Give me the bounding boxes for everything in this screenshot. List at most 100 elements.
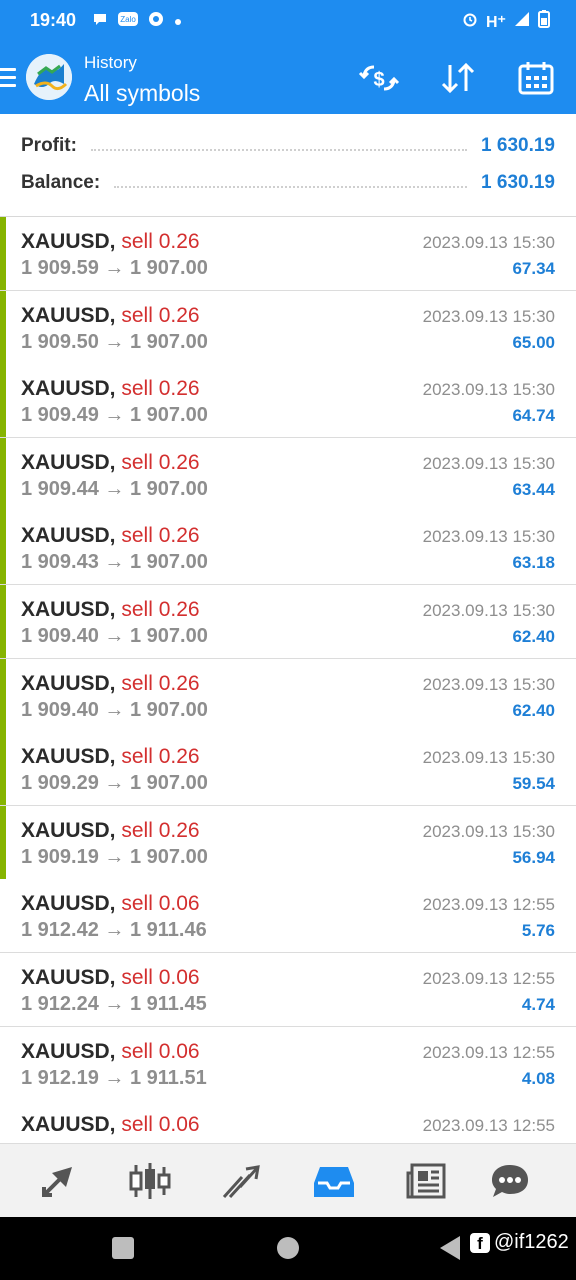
deal-time: 2023.09.13 15:30 — [422, 601, 555, 620]
deal-profit: 56.94 — [512, 847, 555, 867]
deal-side: sell 0.26 — [121, 377, 200, 401]
row-highlight-bar — [0, 805, 6, 879]
deal-symbol: XAUUSD, sell 0.06 — [21, 892, 200, 916]
deal-row[interactable]: XAUUSD, sell 0.26 1 909.49 → 1 907.00 20… — [0, 364, 576, 439]
candlestick-icon — [129, 1163, 171, 1199]
deal-time: 2023.09.13 15:30 — [422, 748, 555, 768]
deal-time: 2023.09.13 15:30 — [422, 380, 555, 400]
signal-icon — [514, 11, 530, 32]
deal-prices: 1 909.44 → 1 907.00 — [21, 477, 208, 500]
svg-text:$: $ — [373, 69, 384, 91]
deal-time: 2023.09.13 15:30 — [422, 527, 555, 547]
balance-label: Balance: — [21, 172, 101, 193]
deal-row[interactable]: XAUUSD, sell 0.06 1 912.42 → 1 911.46 20… — [0, 879, 576, 954]
system-icons: H⁺ — [462, 10, 550, 33]
deal-profit: 4.74 — [521, 995, 555, 1014]
deal-row[interactable]: XAUUSD, sell 0.06 1 912.24 → 1 911.45 20… — [0, 953, 576, 1027]
deal-row[interactable]: XAUUSD, sell 0.06 2023.09.13 12:55 — [0, 1100, 576, 1143]
tab-news[interactable] — [378, 1144, 474, 1218]
deal-side: sell 0.26 — [121, 745, 200, 769]
row-highlight-bar — [0, 511, 6, 585]
dotted-leader — [90, 141, 468, 151]
tab-chart[interactable] — [102, 1144, 198, 1218]
tab-history[interactable] — [286, 1144, 382, 1218]
inbox-icon — [314, 1167, 354, 1197]
deal-time: 2023.09.13 12:55 — [422, 1116, 555, 1136]
sort-button[interactable] — [437, 58, 479, 98]
deal-symbol: XAUUSD, sell 0.26 — [21, 598, 200, 622]
deal-side: sell 0.26 — [121, 450, 200, 474]
deal-side: sell 0.06 — [121, 1039, 200, 1063]
deal-prices: 1 912.24 → 1 911.45 — [21, 993, 207, 1015]
home-button[interactable] — [277, 1237, 299, 1259]
currency-exchange-button[interactable]: $ — [358, 58, 400, 98]
deal-prices: 1 912.19 → 1 911.51 — [21, 1066, 207, 1089]
deal-profit: 63.44 — [512, 479, 555, 499]
row-highlight-bar — [0, 217, 6, 290]
symbol-label: XAUUSD, — [21, 450, 116, 474]
dot-icon — [174, 13, 182, 29]
recents-button[interactable] — [112, 1237, 134, 1259]
symbol-label: XAUUSD, — [21, 966, 116, 989]
header-subtitle: History — [84, 53, 137, 72]
deal-row[interactable]: XAUUSD, sell 0.26 1 909.19 → 1 907.00 20… — [0, 805, 576, 880]
tab-quotes[interactable] — [10, 1144, 106, 1218]
deal-prices: 1 912.42 → 1 911.46 — [21, 919, 207, 942]
deal-row[interactable]: XAUUSD, sell 0.26 1 909.40 → 1 907.00 20… — [0, 658, 576, 733]
deal-profit: 67.34 — [512, 259, 555, 278]
tab-messages[interactable] — [462, 1144, 558, 1218]
symbol-label: XAUUSD, — [21, 1113, 116, 1137]
deal-side: sell 0.26 — [121, 230, 200, 253]
newspaper-icon — [406, 1163, 446, 1199]
deal-list[interactable]: XAUUSD, sell 0.26 1 909.59 → 1 907.00 20… — [0, 217, 576, 1143]
deal-row[interactable]: XAUUSD, sell 0.26 1 909.59 → 1 907.00 20… — [0, 217, 576, 291]
symbol-label: XAUUSD, — [21, 818, 116, 842]
deal-symbol: XAUUSD, sell 0.06 — [21, 966, 200, 990]
battery-icon — [538, 10, 550, 33]
deal-symbol: XAUUSD, sell 0.06 — [21, 1040, 200, 1064]
deal-profit: 65.00 — [512, 332, 555, 352]
menu-icon[interactable] — [0, 68, 16, 92]
deal-row[interactable]: XAUUSD, sell 0.26 1 909.43 → 1 907.00 20… — [0, 511, 576, 586]
facebook-icon: f — [470, 1232, 490, 1253]
calendar-button[interactable] — [515, 58, 557, 98]
deal-time: 2023.09.13 15:30 — [422, 453, 555, 473]
deal-profit: 4.08 — [521, 1068, 555, 1088]
page-title[interactable]: All symbols — [84, 80, 200, 107]
calendar-icon — [518, 62, 554, 95]
profit-row: Profit: 1 630.19 — [21, 131, 555, 161]
deal-row[interactable]: XAUUSD, sell 0.26 1 909.40 → 1 907.00 20… — [0, 585, 576, 659]
deal-profit: 62.40 — [512, 627, 555, 646]
symbol-label: XAUUSD, — [21, 303, 116, 327]
deal-prices: 1 909.50 → 1 907.00 — [21, 330, 208, 353]
deal-row[interactable]: XAUUSD, sell 0.06 1 912.19 → 1 911.51 20… — [0, 1026, 576, 1101]
zalo-icon: Zalo — [118, 12, 138, 29]
deal-row[interactable]: XAUUSD, sell 0.26 1 909.44 → 1 907.00 20… — [0, 437, 576, 512]
row-highlight-bar — [0, 290, 6, 364]
symbol-label: XAUUSD, — [21, 377, 116, 401]
chrome-icon — [148, 11, 164, 30]
deal-row[interactable]: XAUUSD, sell 0.26 1 909.29 → 1 907.00 20… — [0, 732, 576, 807]
back-button[interactable] — [440, 1236, 460, 1260]
app-bar: History All symbols $ — [0, 42, 576, 114]
deal-prices: 1 909.49 → 1 907.00 — [21, 404, 208, 427]
deal-profit: 63.18 — [512, 553, 555, 573]
deal-symbol: XAUUSD, sell 0.26 — [21, 230, 200, 254]
account-summary: Profit: 1 630.19 Balance: 1 630.19 — [0, 114, 576, 217]
row-highlight-bar — [0, 364, 6, 438]
deal-prices: 1 909.40 → 1 907.00 — [21, 698, 208, 721]
symbol-label: XAUUSD, — [21, 230, 116, 253]
deal-symbol: XAUUSD, sell 0.26 — [21, 451, 200, 475]
metatrader-logo — [26, 54, 72, 100]
deal-side: sell 0.26 — [121, 818, 200, 842]
row-highlight-bar — [0, 658, 6, 732]
tab-trade[interactable] — [194, 1144, 290, 1218]
deal-row[interactable]: XAUUSD, sell 0.26 1 909.50 → 1 907.00 20… — [0, 290, 576, 365]
symbol-label: XAUUSD, — [21, 671, 116, 695]
chat-notification-icon — [92, 11, 108, 30]
deal-symbol: XAUUSD, sell 0.26 — [21, 819, 200, 843]
deal-prices: 1 909.59 → 1 907.00 — [21, 257, 208, 279]
deal-side: sell 0.06 — [121, 966, 200, 989]
symbol-label: XAUUSD, — [21, 524, 116, 548]
deal-time: 2023.09.13 12:55 — [422, 1042, 555, 1062]
